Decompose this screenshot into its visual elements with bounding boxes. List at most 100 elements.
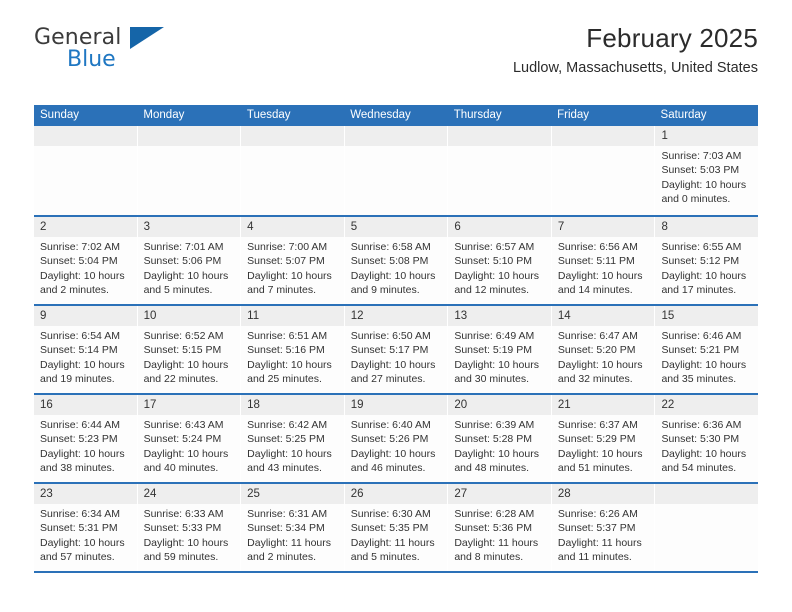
weekday-monday: Monday: [143, 109, 185, 121]
day-number: [344, 126, 448, 146]
weekday-friday: Friday: [557, 109, 590, 121]
sunset-text: Sunset: 5:07 PM: [247, 255, 325, 268]
sunrise-text: Sunrise: 6:50 AM: [350, 330, 431, 342]
calendar-day-cell[interactable]: 9 Sunrise: 6:54 AM Sunset: 5:14 PM Daylight…: [34, 306, 138, 393]
sunrise-text: Sunrise: 6:30 AM: [350, 508, 431, 520]
daylight-text: Daylight: 10 hours and 17 minutes.: [661, 269, 747, 297]
sunset-text: Sunset: 5:35 PM: [350, 522, 429, 535]
calendar-day-cell[interactable]: 26 Sunrise: 6:30 AM Sunset: 5:35 PM Dayligh…: [344, 484, 449, 571]
sunrise-text: Sunrise: 6:55 AM: [661, 241, 742, 253]
calendar-day-cell[interactable]: 13 Sunrise: 6:49 AM Sunset: 5:19 PM Dayligh…: [448, 306, 552, 393]
sunrise-text: Sunrise: 6:54 AM: [40, 330, 120, 342]
calendar-week-row: 16 Sunrise: 6:44 AM Sunset: 5:23 PM Dayligh…: [34, 393, 759, 482]
calendar-day-cell[interactable]: 20 Sunrise: 6:39 AM Sunset: 5:28 PM Dayligh…: [448, 395, 552, 482]
calendar-day-cell[interactable]: 5 Sunrise: 6:58 AM Sunset: 5:08 PM Daylight…: [344, 217, 449, 304]
daylight-text: Daylight: 10 hours and 9 minutes.: [350, 269, 436, 297]
sunset-text: Sunset: 5:34 PM: [247, 522, 325, 535]
daylight-text: Daylight: 10 hours and 2 minutes.: [40, 269, 125, 297]
sunrise-text: Sunrise: 7:02 AM: [40, 241, 120, 253]
calendar-day-cell[interactable]: 12 Sunrise: 6:50 AM Sunset: 5:17 PM Dayligh…: [344, 306, 449, 393]
day-number: 13: [448, 306, 551, 326]
sunrise-text: Sunrise: 6:39 AM: [454, 419, 535, 431]
day-details: Sunrise: 6:54 AM Sunset: 5:14 PM Daylight:…: [34, 326, 137, 387]
day-number: 8: [655, 217, 759, 237]
calendar-day-cell[interactable]: 15 Sunrise: 6:46 AM Sunset: 5:21 PM Dayligh…: [655, 306, 759, 393]
calendar-day-cell[interactable]: 3 Sunrise: 7:01 AM Sunset: 5:06 PM Daylight…: [137, 217, 242, 304]
calendar-day-cell[interactable]: 18 Sunrise: 6:42 AM Sunset: 5:25 PM Dayligh…: [241, 395, 345, 482]
calendar-week-row: 1 Sunrise: 7:03 AM Sunset: 5:03 PM Daylight…: [34, 126, 759, 215]
sunrise-text: Sunrise: 6:36 AM: [661, 419, 742, 431]
triangle-logo-icon: [130, 27, 164, 49]
sunset-text: Sunset: 5:16 PM: [247, 344, 325, 357]
day-details: Sunrise: 6:28 AM Sunset: 5:36 PM Daylight:…: [448, 504, 551, 565]
brand-logo[interactable]: General Blue: [34, 26, 274, 76]
daylight-text: Daylight: 10 hours and 59 minutes.: [143, 536, 229, 564]
day-number: 25: [241, 484, 344, 504]
calendar-day-cell[interactable]: 28 Sunrise: 6:26 AM Sunset: 5:37 PM Dayligh…: [551, 484, 656, 571]
day-details: Sunrise: 6:51 AM Sunset: 5:16 PM Daylight:…: [241, 326, 344, 387]
sunset-text: Sunset: 5:24 PM: [143, 433, 222, 446]
calendar-day-cell[interactable]: 16 Sunrise: 6:44 AM Sunset: 5:23 PM Dayligh…: [34, 395, 138, 482]
day-details: Sunrise: 6:43 AM Sunset: 5:24 PM Daylight:…: [138, 415, 241, 476]
sunrise-text: Sunrise: 6:58 AM: [350, 241, 431, 253]
day-details: Sunrise: 7:03 AM Sunset: 5:03 PM Daylight:…: [655, 146, 758, 207]
calendar-day-cell[interactable]: 22 Sunrise: 6:36 AM Sunset: 5:30 PM Dayligh…: [655, 395, 759, 482]
grid-bottom-border: [34, 571, 758, 573]
calendar-day-cell[interactable]: 6 Sunrise: 6:57 AM Sunset: 5:10 PM Daylight…: [448, 217, 552, 304]
weekday-sunday: Sunday: [40, 109, 80, 121]
sunset-text: Sunset: 5:04 PM: [40, 255, 118, 268]
calendar-day-cell[interactable]: 23 Sunrise: 6:34 AM Sunset: 5:31 PM Dayligh…: [34, 484, 138, 571]
calendar-day-empty: [551, 126, 656, 215]
sunrise-text: Sunrise: 7:03 AM: [661, 150, 742, 162]
calendar-day-cell[interactable]: 19 Sunrise: 6:40 AM Sunset: 5:26 PM Dayligh…: [344, 395, 449, 482]
page-subtitle: Ludlow, Massachusetts, United States: [512, 60, 758, 76]
calendar-day-cell[interactable]: 10 Sunrise: 6:52 AM Sunset: 5:15 PM Dayligh…: [137, 306, 242, 393]
day-details: Sunrise: 7:01 AM Sunset: 5:06 PM Daylight:…: [138, 237, 241, 298]
sunset-text: Sunset: 5:21 PM: [661, 344, 740, 357]
weeks-container: 1 Sunrise: 7:03 AM Sunset: 5:03 PM Daylight…: [34, 126, 759, 571]
daylight-text: Daylight: 10 hours and 25 minutes.: [247, 358, 332, 386]
day-number: 10: [137, 306, 241, 326]
sunrise-text: Sunrise: 6:37 AM: [557, 419, 638, 431]
day-details: Sunrise: 6:37 AM Sunset: 5:29 PM Daylight:…: [552, 415, 655, 476]
calendar-day-empty: [137, 126, 242, 215]
calendar-day-cell[interactable]: 2 Sunrise: 7:02 AM Sunset: 5:04 PM Daylight…: [34, 217, 138, 304]
calendar-day-cell[interactable]: 25 Sunrise: 6:31 AM Sunset: 5:34 PM Dayligh…: [241, 484, 345, 571]
brand-name-blue: Blue: [67, 47, 116, 72]
sunset-text: Sunset: 5:20 PM: [557, 344, 636, 357]
calendar-day-cell[interactable]: 11 Sunrise: 6:51 AM Sunset: 5:16 PM Dayligh…: [241, 306, 345, 393]
daylight-text: Daylight: 10 hours and 32 minutes.: [557, 358, 643, 386]
sunrise-text: Sunrise: 6:51 AM: [247, 330, 328, 342]
calendar-day-cell[interactable]: 1 Sunrise: 7:03 AM Sunset: 5:03 PM Daylight…: [655, 126, 759, 215]
day-number: 28: [551, 484, 655, 504]
daylight-text: Daylight: 10 hours and 48 minutes.: [454, 447, 539, 475]
day-number: 18: [241, 395, 344, 415]
calendar-day-cell[interactable]: 17 Sunrise: 6:43 AM Sunset: 5:24 PM Dayligh…: [137, 395, 242, 482]
daylight-text: Daylight: 10 hours and 7 minutes.: [247, 269, 332, 297]
calendar-day-cell[interactable]: 24 Sunrise: 6:33 AM Sunset: 5:33 PM Dayligh…: [137, 484, 242, 571]
sunset-text: Sunset: 5:33 PM: [143, 522, 222, 535]
sunset-text: Sunset: 5:30 PM: [661, 433, 740, 446]
day-number: 27: [448, 484, 551, 504]
calendar-week-row: 9 Sunrise: 6:54 AM Sunset: 5:14 PM Daylight…: [34, 304, 759, 393]
calendar-day-cell[interactable]: 21 Sunrise: 6:37 AM Sunset: 5:29 PM Dayligh…: [551, 395, 656, 482]
calendar-day-cell[interactable]: 27 Sunrise: 6:28 AM Sunset: 5:36 PM Dayligh…: [448, 484, 552, 571]
day-number: 1: [655, 126, 759, 146]
calendar-day-cell[interactable]: 4 Sunrise: 7:00 AM Sunset: 5:07 PM Daylight…: [241, 217, 345, 304]
calendar-day-cell[interactable]: 8 Sunrise: 6:55 AM Sunset: 5:12 PM Daylight…: [655, 217, 759, 304]
day-number: [137, 126, 241, 146]
daylight-text: Daylight: 10 hours and 38 minutes.: [40, 447, 125, 475]
sunset-text: Sunset: 5:26 PM: [350, 433, 429, 446]
calendar-day-cell[interactable]: 7 Sunrise: 6:56 AM Sunset: 5:11 PM Daylight…: [551, 217, 656, 304]
calendar-day-cell[interactable]: 14 Sunrise: 6:47 AM Sunset: 5:20 PM Dayligh…: [551, 306, 656, 393]
daylight-text: Daylight: 10 hours and 12 minutes.: [454, 269, 539, 297]
daylight-text: Daylight: 10 hours and 43 minutes.: [247, 447, 332, 475]
sunrise-text: Sunrise: 6:33 AM: [143, 508, 224, 520]
sunrise-text: Sunrise: 6:44 AM: [40, 419, 120, 431]
weekday-saturday: Saturday: [660, 109, 707, 121]
weekday-tuesday: Tuesday: [246, 109, 291, 121]
calendar-page: General Blue February 2025 Ludlow, Massa…: [0, 0, 792, 612]
daylight-text: Daylight: 10 hours and 35 minutes.: [661, 358, 747, 386]
day-number: 26: [344, 484, 448, 504]
day-details: Sunrise: 6:52 AM Sunset: 5:15 PM Daylight:…: [138, 326, 241, 387]
